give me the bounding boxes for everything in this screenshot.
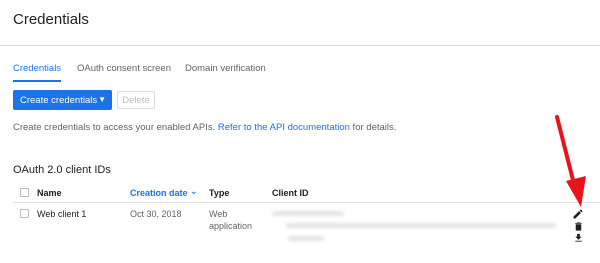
table-header-divider [13,202,600,203]
delete-button[interactable]: Delete [117,91,155,109]
api-documentation-link[interactable]: Refer to the API documentation [218,122,350,133]
sort-descending-icon: ⌄ [190,186,198,196]
column-header-client-id[interactable]: Client ID [272,188,309,198]
row-checkbox[interactable] [20,209,29,218]
edit-icon[interactable] [572,208,584,220]
row-creation-date: Oct 30, 2018 [130,209,182,219]
row-name[interactable]: Web client 1 [37,209,86,219]
dropdown-caret-icon: ▼ [98,95,106,104]
row-type-line2: application [209,221,253,231]
info-text-after: for details. [349,122,397,133]
create-credentials-label: Create credentials [20,94,98,106]
row-type-line1: Web [209,209,228,219]
column-header-creation-date-label: Creation date [130,188,188,198]
select-all-checkbox[interactable] [20,188,29,197]
info-text-before: Create credentials to access your enable… [13,122,218,133]
active-tab-indicator [13,80,61,82]
tab-domain-verification[interactable]: Domain verification [185,63,266,74]
column-header-type[interactable]: Type [209,188,229,198]
info-text: Create credentials to access your enable… [13,122,396,133]
tab-oauth-consent-screen[interactable]: OAuth consent screen [77,63,171,74]
create-credentials-button[interactable]: Create credentials ▼ [13,90,112,110]
download-icon[interactable] [573,232,584,244]
page-header: Credentials [0,0,600,46]
tab-credentials[interactable]: Credentials [13,63,61,74]
column-header-name[interactable]: Name [37,188,62,198]
section-title: OAuth 2.0 client IDs [13,164,111,176]
column-header-creation-date[interactable]: Creation date ⌄ [130,186,198,199]
page-title: Credentials [13,11,89,28]
